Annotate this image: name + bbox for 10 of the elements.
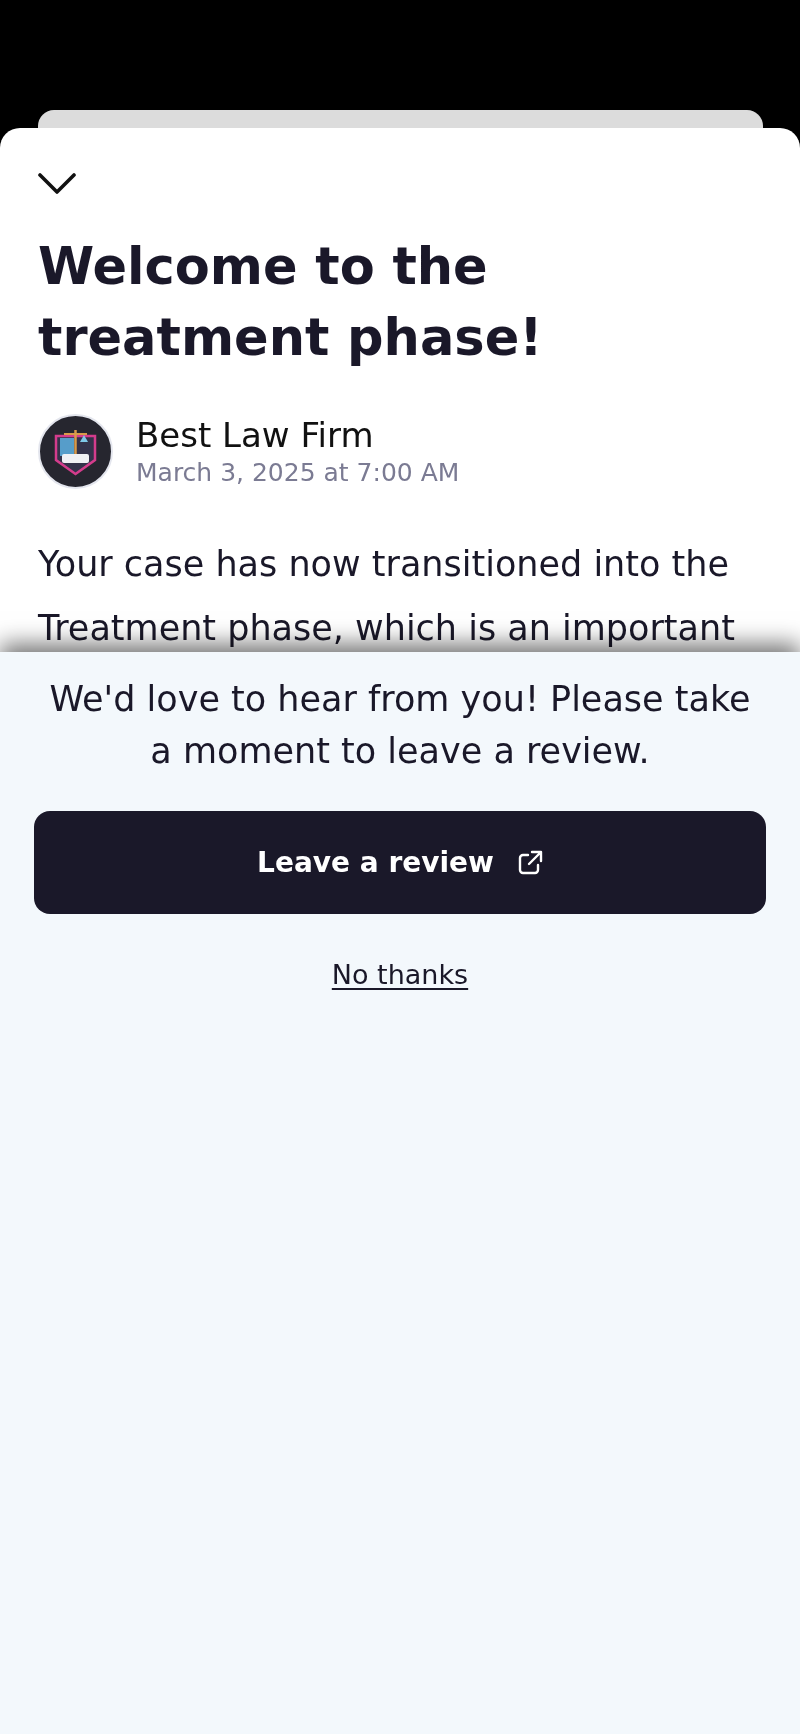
no-thanks-link[interactable]: No thanks [331,958,469,992]
post-date: March 3, 2025 at 7:00 AM [136,457,460,489]
review-message: We'd love to hear from you! Please take a moment to leave a review. [48,678,752,773]
article-title: Welcome to the treatment phase! [38,236,544,369]
leave-review-button[interactable]: Leave a review [34,811,766,914]
external-link-icon [516,849,543,876]
author-name: Best Law Firm [136,415,375,455]
shield-logo-icon [38,414,113,489]
chevron-down-icon[interactable] [38,172,76,195]
article-body: Your case has now transitioned into the Treatment phase, which is an important [38,543,736,650]
